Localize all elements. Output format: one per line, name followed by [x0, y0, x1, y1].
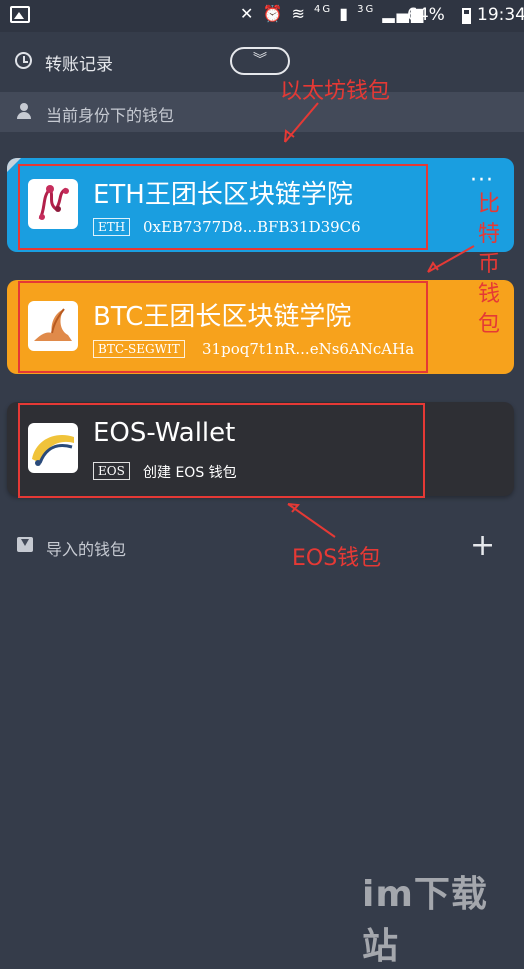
- clock-icon: [15, 52, 32, 69]
- mute-icon: ✕: [240, 4, 256, 23]
- person-icon: [17, 103, 31, 119]
- btc-annotation-label: 比特币钱包: [477, 192, 500, 337]
- signal-icon: ▮: [339, 4, 351, 23]
- download-icon: [17, 537, 33, 552]
- transfer-history-label: 转账记录: [45, 55, 113, 75]
- transfer-history-row[interactable]: 转账记录 ︾: [0, 40, 524, 84]
- btc-annotation-box: [18, 281, 428, 373]
- eos-annotation-label: EOS钱包: [292, 546, 382, 571]
- status-time: 19:34: [477, 5, 524, 25]
- battery-icon: [462, 8, 471, 24]
- add-wallet-button[interactable]: +: [470, 528, 495, 563]
- network-label-2: 3G: [357, 4, 376, 15]
- imported-wallets-label: 导入的钱包: [46, 540, 127, 559]
- eth-annotation-box: [18, 164, 428, 250]
- current-wallets-label: 当前身份下的钱包: [46, 106, 175, 125]
- alarm-icon: ⏰: [262, 4, 285, 23]
- imported-wallets-header: 导入的钱包 +: [0, 526, 524, 566]
- status-bar: ✕ ⏰ ≋ 4G ▮ 3G ▂▄▆ 64% 19:34: [0, 0, 524, 32]
- eth-annotation-label: 以太坊钱包: [280, 79, 391, 104]
- battery-percent: 64%: [407, 5, 445, 25]
- eos-annotation-box: [18, 403, 425, 498]
- collapse-button[interactable]: ︾: [230, 47, 290, 75]
- wifi-icon: ≋: [291, 4, 307, 23]
- status-icons: ✕ ⏰ ≋ 4G ▮ 3G ▂▄▆: [240, 4, 425, 23]
- network-label-1: 4G: [314, 4, 333, 15]
- current-wallets-header: 当前身份下的钱包: [0, 92, 524, 132]
- watermark: im下载站: [362, 874, 488, 967]
- image-icon: [10, 6, 30, 23]
